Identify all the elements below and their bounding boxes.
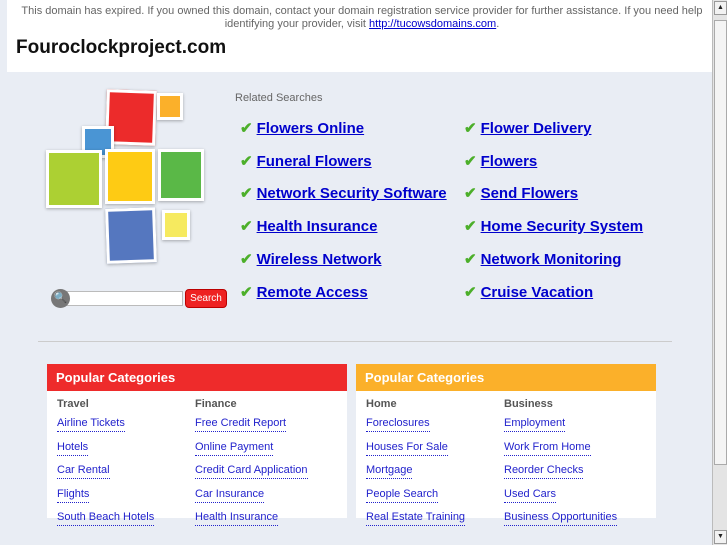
category-link[interactable]: Houses For Sale (366, 441, 448, 456)
category-link[interactable]: Car Insurance (195, 488, 265, 503)
related-search-item: ✔ Remote Access (240, 283, 368, 301)
category-heading: Home (366, 398, 397, 410)
category-link[interactable]: Car Rental (57, 464, 110, 479)
related-search-item: ✔ Network Monitoring (464, 250, 621, 268)
category-heading: Finance (195, 398, 237, 410)
category-link[interactable]: Hotels (57, 441, 89, 456)
logo-square (105, 207, 157, 264)
category-column: Travel Airline Tickets Hotels Car Rental Fli… (57, 398, 155, 535)
logo-square (158, 149, 204, 201)
related-search-item: ✔ Flower Delivery (464, 119, 591, 137)
category-link[interactable]: Credit Card Application (195, 464, 308, 479)
panel-title: Popular Categories (356, 364, 656, 391)
checkmark-icon: ✔ (464, 152, 477, 170)
related-search-item: ✔ Health Insurance (240, 217, 377, 235)
category-link[interactable]: Online Payment (195, 441, 274, 456)
category-column: Business Employment Work From Home Reorder … (504, 398, 618, 535)
related-search-link[interactable]: Remote Access (257, 284, 368, 301)
related-search-item: ✔ Send Flowers (464, 184, 578, 202)
category-link[interactable]: Foreclosures (366, 417, 430, 432)
checkmark-icon: ✔ (464, 185, 477, 203)
logo-square (162, 210, 190, 240)
tucows-link[interactable]: http://tucowsdomains.com (369, 18, 496, 30)
checkmark-icon: ✔ (464, 218, 477, 236)
related-search-item: ✔ Wireless Network (240, 250, 382, 268)
checkmark-icon: ✔ (240, 218, 253, 236)
logo-square (46, 150, 102, 208)
category-link[interactable]: Mortgage (366, 464, 413, 479)
related-search-item: ✔ Cruise Vacation (464, 283, 593, 301)
scroll-up-icon[interactable]: ▲ (714, 1, 727, 15)
category-link[interactable]: Health Insurance (195, 511, 279, 526)
category-link[interactable]: Flights (57, 488, 90, 503)
category-link[interactable]: Employment (504, 417, 566, 432)
related-search-item: ✔ Network Security Software (240, 184, 447, 202)
search-icon: 🔍 (51, 289, 70, 308)
header: This domain has expired. If you owned th… (7, 0, 712, 72)
related-searches-label: Related Searches (235, 92, 323, 104)
scrollbar[interactable]: ▲ ▼ (712, 0, 727, 545)
related-search-link[interactable]: Funeral Flowers (257, 153, 372, 170)
related-search-item: ✔ Flowers (464, 152, 537, 170)
checkmark-icon: ✔ (240, 283, 253, 301)
related-search-link[interactable]: Network Security Software (257, 185, 447, 202)
related-search-link[interactable]: Send Flowers (481, 185, 579, 202)
category-link[interactable]: Airline Tickets (57, 417, 125, 432)
checkmark-icon: ✔ (240, 152, 253, 170)
category-link[interactable]: People Search (366, 488, 439, 503)
checkmark-icon: ✔ (464, 283, 477, 301)
category-link[interactable]: Reorder Checks (504, 464, 584, 479)
category-link[interactable]: Real Estate Training (366, 511, 466, 526)
category-link[interactable]: Work From Home (504, 441, 591, 456)
domain-title: Fouroclockproject.com (16, 37, 227, 58)
related-search-link[interactable]: Cruise Vacation (481, 284, 594, 301)
popular-categories-panel: Popular Categories Travel Airline Tickets H… (47, 364, 347, 526)
related-search-link[interactable]: Flower Delivery (481, 120, 592, 137)
logo-square (105, 149, 155, 204)
category-link[interactable]: Used Cars (504, 488, 556, 503)
scroll-down-icon[interactable]: ▼ (714, 530, 727, 544)
panel-title: Popular Categories (47, 364, 347, 391)
related-search-link[interactable]: Flowers (481, 153, 538, 170)
search-button[interactable]: Search (185, 289, 227, 308)
search-input[interactable] (63, 291, 183, 306)
checkmark-icon: ✔ (240, 185, 253, 203)
category-link[interactable]: Business Opportunities (504, 511, 618, 526)
related-search-link[interactable]: Network Monitoring (481, 251, 622, 268)
category-column: Home Foreclosures Houses For Sale Mortgage P… (366, 398, 466, 535)
logo-square (157, 93, 183, 120)
expired-notice: This domain has expired. If you owned th… (21, 5, 703, 30)
checkmark-icon: ✔ (464, 250, 477, 268)
popular-categories-panel: Popular Categories Home Foreclosures Houses… (356, 364, 656, 526)
related-search-link[interactable]: Flowers Online (257, 120, 365, 137)
divider (38, 341, 672, 342)
related-search-link[interactable]: Health Insurance (257, 218, 378, 235)
category-column: Finance Free Credit Report Online Payment C… (195, 398, 308, 535)
scroll-thumb[interactable] (714, 20, 727, 465)
related-search-link[interactable]: Home Security System (481, 218, 644, 235)
category-heading: Travel (57, 398, 89, 410)
related-search-link[interactable]: Wireless Network (257, 251, 382, 268)
related-search-item: ✔ Home Security System (464, 217, 643, 235)
related-search-item: ✔ Funeral Flowers (240, 152, 372, 170)
category-heading: Business (504, 398, 553, 410)
checkmark-icon: ✔ (240, 250, 253, 268)
checkmark-icon: ✔ (240, 120, 253, 137)
checkmark-icon: ✔ (464, 120, 477, 137)
category-link[interactable]: Free Credit Report (195, 417, 287, 432)
category-link[interactable]: South Beach Hotels (57, 511, 155, 526)
related-search-item: ✔ Flowers Online (240, 119, 364, 137)
